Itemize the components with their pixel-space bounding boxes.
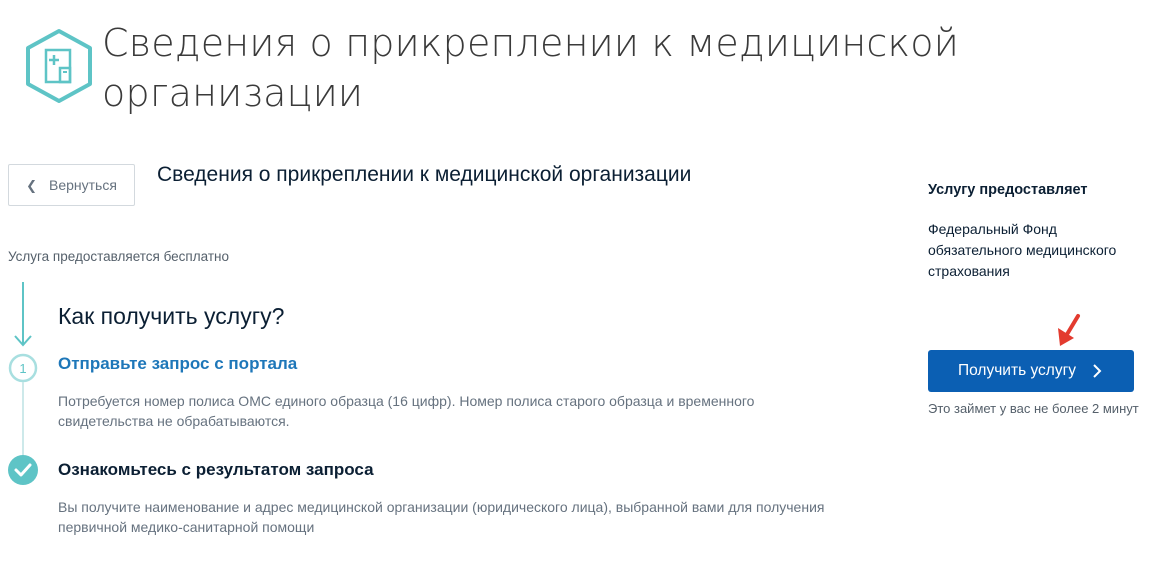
annotation-arrow-icon (1058, 314, 1080, 346)
step-1-title: Отправьте запрос с портала (58, 354, 298, 373)
provider-name: Федеральный Фонд обязательного медицинск… (928, 221, 1117, 279)
step-1-number: 1 (19, 361, 26, 376)
service-title: Сведения о прикреплении к медицинской ор… (157, 163, 692, 186)
step-2-title: Ознакомьтесь с результатом запроса (58, 460, 374, 479)
medical-building-hex-icon (26, 29, 92, 103)
chevron-left-icon: ❮ (26, 177, 37, 193)
get-service-button[interactable]: Получить услугу (928, 350, 1134, 392)
step-2-description: Вы получите наименование и адрес медицин… (58, 499, 825, 535)
steps-timeline: 1 (8, 282, 38, 485)
how-to-title: Как получить услугу? (58, 303, 285, 329)
free-service-note: Услуга предоставляется бесплатно (8, 249, 229, 264)
step-1-description: Потребуется номер полиса ОМС единого обр… (58, 393, 755, 429)
time-estimate-note: Это займет у вас не более 2 минут (928, 401, 1139, 416)
page-title: Сведения о прикреплении к медицинской ор… (102, 21, 959, 115)
back-button[interactable]: ❮ Вернуться (8, 164, 135, 206)
provider-label: Услугу предоставляет (928, 182, 1088, 198)
chevron-right-icon (1093, 364, 1102, 378)
step-2-circle (8, 455, 38, 485)
back-button-label: Вернуться (48, 177, 117, 193)
get-service-label: Получить услугу (958, 362, 1076, 379)
